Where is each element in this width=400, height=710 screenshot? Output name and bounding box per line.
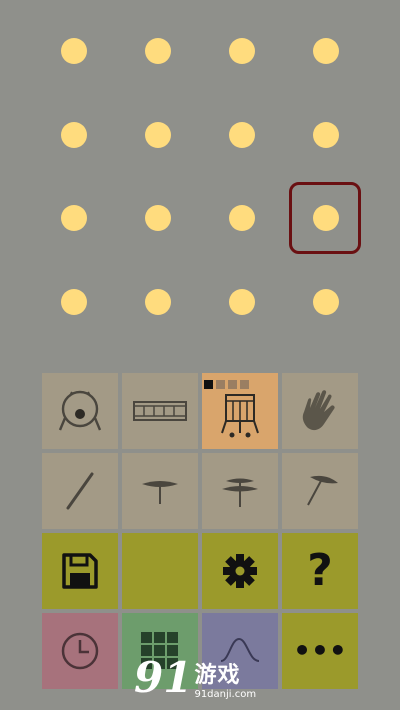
pad-dot[interactable] (313, 122, 339, 148)
hand-icon (302, 390, 335, 431)
hand-clap-button[interactable] (282, 373, 358, 449)
bass-drum-button[interactable] (42, 373, 118, 449)
watermark-mark: 91 (134, 653, 193, 702)
save-button[interactable] (42, 533, 118, 609)
pad-grid (0, 0, 400, 360)
site-watermark: 91 游戏 91danji.com (134, 650, 274, 706)
empty-slot-button[interactable] (122, 533, 198, 609)
page-dot (216, 380, 225, 389)
drum-stick-icon (66, 472, 94, 510)
help-label: ? (307, 545, 333, 596)
help-button[interactable]: ? (282, 533, 358, 609)
drum-kit-button[interactable] (202, 373, 278, 449)
pad-dot[interactable] (313, 38, 339, 64)
drum-kit-icon (221, 394, 259, 438)
pad-dot[interactable] (229, 38, 255, 64)
drum-stick-button[interactable] (42, 453, 118, 529)
bass-drum-icon (58, 390, 102, 431)
floppy-disk-icon (62, 553, 98, 589)
hihat-open-button[interactable] (202, 453, 278, 529)
open-hihat-icon (222, 478, 258, 507)
pad-dot[interactable] (145, 122, 171, 148)
closed-hihat-icon (142, 481, 178, 504)
crash-cymbal-icon (307, 475, 338, 506)
page-dot (228, 380, 237, 389)
crash-cymbal-button[interactable] (282, 453, 358, 529)
pad-dot[interactable] (61, 289, 87, 315)
pad-dot[interactable] (229, 205, 255, 231)
pad-dot[interactable] (61, 122, 87, 148)
tempo-button[interactable] (42, 613, 118, 689)
more-label: ••• (293, 634, 347, 667)
hihat-closed-button[interactable] (122, 453, 198, 529)
snare-drum-button[interactable] (122, 373, 198, 449)
page-dot-active (204, 380, 213, 389)
pad-dot[interactable] (145, 289, 171, 315)
watermark-brand: 游戏 (194, 662, 241, 688)
snare-drum-icon (133, 401, 187, 421)
gear-icon (223, 554, 257, 588)
page-dot (240, 380, 249, 389)
pad-dot[interactable] (229, 122, 255, 148)
pad-dot[interactable] (229, 289, 255, 315)
instrument-page-indicator (204, 380, 249, 389)
pad-dot[interactable] (313, 289, 339, 315)
pad-dot[interactable] (61, 38, 87, 64)
settings-button[interactable] (202, 533, 278, 609)
pad-dot[interactable] (145, 205, 171, 231)
control-panel: ? ••• (42, 373, 358, 689)
pad-dot[interactable] (61, 205, 87, 231)
clock-icon (61, 632, 99, 670)
more-button[interactable]: ••• (282, 613, 358, 689)
pad-dot[interactable] (145, 38, 171, 64)
watermark-url: 91danji.com (194, 688, 257, 700)
pad-dot[interactable] (313, 205, 339, 231)
